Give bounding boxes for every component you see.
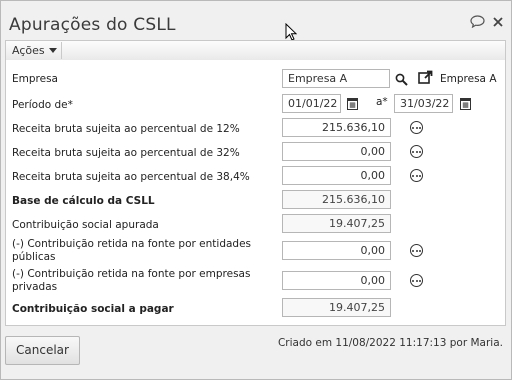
empresa-field[interactable]: Empresa A [282,69,390,88]
more-options-icon[interactable] [410,121,423,134]
external-link-icon[interactable] [418,70,433,84]
retida-privadas-field[interactable]: 0,00 [282,271,391,290]
periodo-to-field[interactable]: 31/03/22 [394,94,453,113]
actions-menu-button[interactable]: Ações [8,42,62,59]
chevron-down-icon [48,48,57,53]
receita-12-label: Receita bruta sujeita ao percentual de 1… [12,123,240,135]
empresa-linked-name[interactable]: Empresa A [440,73,497,85]
receita-384-field[interactable]: 0,00 [282,166,391,185]
retida-publicas-label: (-) Contribuição retida na fonte por ent… [12,238,252,263]
chat-bubble-icon[interactable] [470,15,485,28]
periodo-from-field[interactable]: 01/01/22 [282,94,341,113]
contribuicao-pagar-value: 19.407,25 [282,298,391,317]
retida-publicas-field[interactable]: 0,00 [282,241,391,260]
base-calculo-value: 215.636,10 [282,190,391,209]
more-options-icon[interactable] [410,145,423,158]
retida-privadas-label: (-) Contribuição retida na fonte por emp… [12,268,251,293]
more-options-icon[interactable] [410,244,423,257]
receita-12-field[interactable]: 215.636,10 [282,118,391,137]
dialog-title: Apurações do CSLL [9,15,176,35]
toolbar: Ações [5,40,506,61]
periodo-to-label: a* [376,96,388,108]
calendar-icon[interactable]: ▦ [347,98,358,110]
base-calculo-label: Base de cálculo da CSLL [12,195,155,207]
calendar-icon[interactable]: ▦ [460,98,471,110]
actions-label: Ações [12,44,45,57]
search-icon[interactable] [395,71,409,86]
more-options-icon[interactable] [410,274,423,287]
contribuicao-pagar-label: Contribuição social a pagar [12,303,174,315]
contribuicao-apurada-label: Contribuição social apurada [12,219,159,231]
empresa-label: Empresa [12,73,58,85]
periodo-label: Período de* [12,99,73,111]
title-icons [470,15,503,28]
receita-384-label: Receita bruta sujeita ao percentual de 3… [12,171,250,183]
more-options-icon[interactable] [410,169,423,182]
form-panel: Empresa Empresa A Empresa A Período de* … [5,60,506,326]
contribuicao-apurada-value: 19.407,25 [282,214,391,233]
receita-32-label: Receita bruta sujeita ao percentual de 3… [12,147,240,159]
created-note: Criado em 11/08/2022 11:17:13 por Maria. [277,337,503,349]
csll-dialog: Apurações do CSLL Ações Empresa Empresa … [0,0,512,380]
receita-32-field[interactable]: 0,00 [282,142,391,161]
cancel-button[interactable]: Cancelar [5,336,80,365]
close-icon[interactable] [493,16,503,27]
